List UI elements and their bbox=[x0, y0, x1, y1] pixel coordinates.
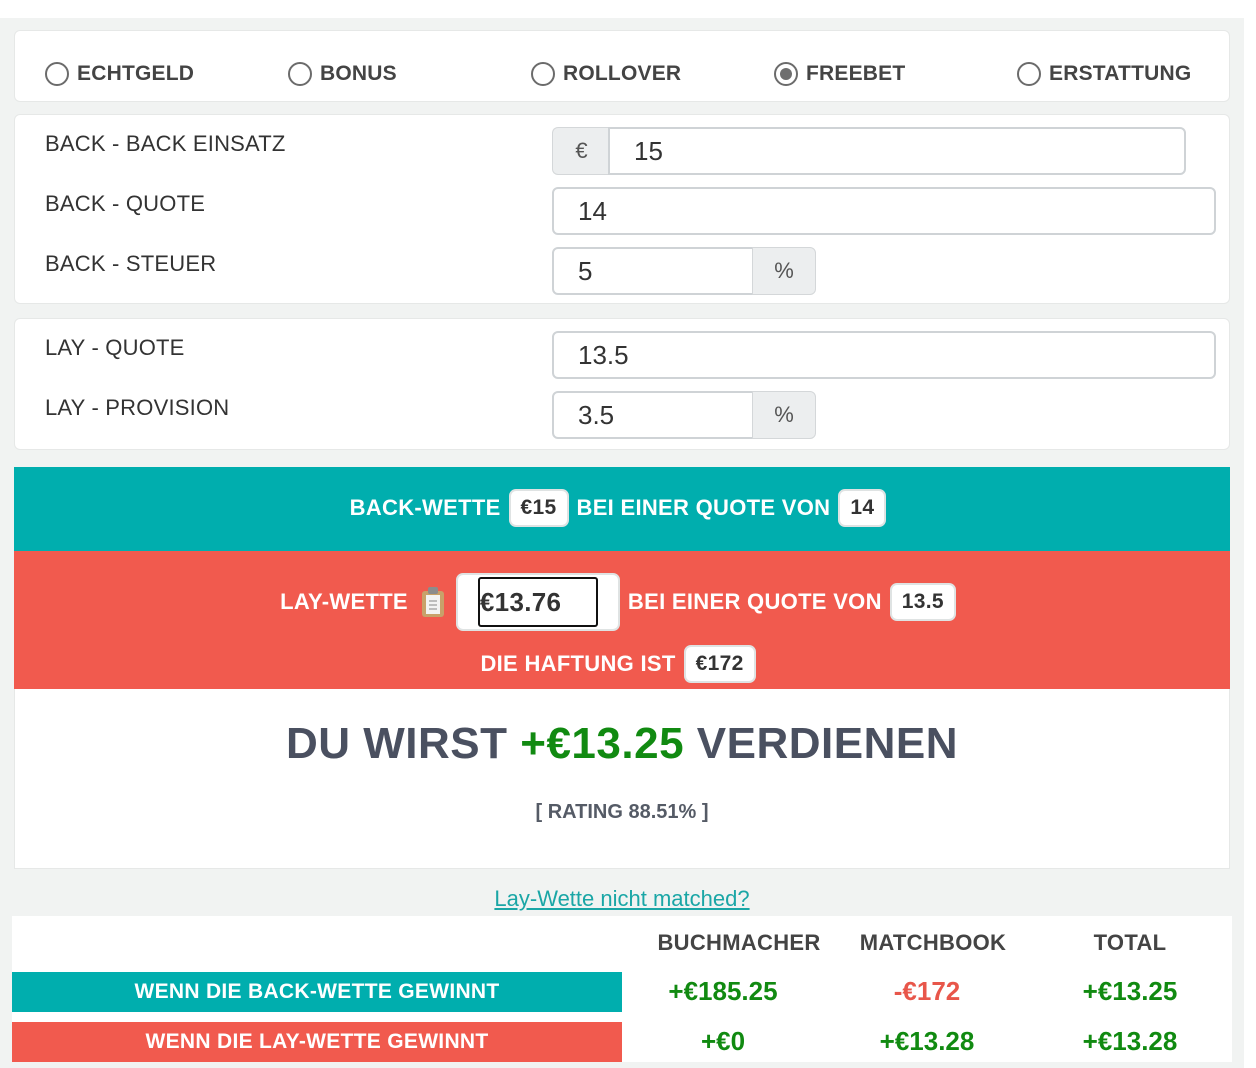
profit-prefix: DU WIRST bbox=[286, 719, 508, 768]
back-odds-label: BACK - QUOTE bbox=[45, 191, 206, 216]
lay-bet-line: LAY-WETTE €13.76 BEI EINER QUOTE VON 13.… bbox=[14, 573, 1230, 631]
liability-pill: €172 bbox=[683, 645, 756, 683]
outcome-table: BUCHMACHER MATCHBOOK TOTAL WENN DIE BACK… bbox=[12, 916, 1232, 1062]
radio-erstattung[interactable]: ERSTATTUNG bbox=[1017, 59, 1191, 89]
currency-addon: € bbox=[552, 127, 610, 175]
radio-circle[interactable] bbox=[288, 62, 312, 86]
back-tax-label: BACK - STEUER bbox=[45, 251, 217, 276]
cell-back-exchange: -€172 bbox=[893, 976, 961, 1006]
liability-line: DIE HAFTUNG IST €172 bbox=[14, 645, 1230, 683]
back-stake-pill: €15 bbox=[508, 489, 569, 527]
lay-odds-label: LAY - QUOTE bbox=[45, 335, 185, 360]
back-odds-pill: 14 bbox=[838, 489, 887, 527]
profit-suffix: VERDIENEN bbox=[696, 719, 958, 768]
back-odds-text: BEI EINER QUOTE VON bbox=[576, 495, 831, 520]
back-stake-input[interactable]: 15 bbox=[608, 127, 1186, 175]
radio-bonus[interactable]: BONUS bbox=[288, 59, 397, 89]
back-bet-prefix: BACK-WETTE bbox=[349, 495, 501, 520]
percent-addon: % bbox=[752, 247, 816, 295]
radio-label: FREEBET bbox=[806, 62, 906, 85]
rating-text: [ RATING 88.51% ] bbox=[535, 801, 709, 823]
lay-odds-input[interactable]: 13.5 bbox=[552, 331, 1216, 379]
radio-label: ECHTGELD bbox=[77, 62, 195, 85]
profit-statement: DU WIRST +€13.25 VERDIENEN bbox=[15, 719, 1229, 769]
liability-label: DIE HAFTUNG IST bbox=[480, 651, 676, 676]
radio-echtgeld[interactable]: ECHTGELD bbox=[45, 59, 194, 89]
lay-section: LAY - QUOTE 13.5 LAY - PROVISION 3.5 % bbox=[14, 318, 1230, 450]
back-odds-input[interactable]: 14 bbox=[552, 187, 1216, 235]
back-stake-label: BACK - BACK EINSATZ bbox=[45, 131, 286, 156]
radio-freebet[interactable]: FREEBET bbox=[774, 59, 905, 89]
cell-back-bookmaker: +€185.25 bbox=[668, 976, 778, 1006]
lay-bet-prefix: LAY-WETTE bbox=[280, 589, 408, 614]
row-label-lay-wins: WENN DIE LAY-WETTE GEWINNT bbox=[12, 1022, 622, 1062]
clipboard-icon[interactable] bbox=[421, 587, 444, 617]
radio-circle[interactable] bbox=[1017, 62, 1041, 86]
lay-stake-box: €13.76 bbox=[455, 573, 620, 631]
cell-lay-bookmaker: +€0 bbox=[700, 1026, 746, 1056]
radio-label: ROLLOVER bbox=[563, 62, 682, 85]
profit-value: +€13.25 bbox=[520, 719, 685, 768]
cell-back-total: +€13.25 bbox=[1082, 976, 1178, 1006]
lay-commission-input[interactable]: 3.5 bbox=[552, 391, 754, 439]
header-exchange: MATCHBOOK bbox=[859, 930, 1007, 955]
mode-selector: ECHTGELD BONUS ROLLOVER FREEBET ERSTATTU… bbox=[14, 30, 1230, 102]
cell-lay-total: +€13.28 bbox=[1082, 1026, 1178, 1056]
lay-odds-pill: 13.5 bbox=[889, 583, 956, 621]
radio-label: ERSTATTUNG bbox=[1049, 62, 1192, 85]
back-tax-input[interactable]: 5 bbox=[552, 247, 754, 295]
row-label-back-wins: WENN DIE BACK-WETTE GEWINNT bbox=[12, 972, 622, 1012]
radio-circle[interactable] bbox=[531, 62, 555, 86]
calculator: ECHTGELD BONUS ROLLOVER FREEBET ERSTATTU… bbox=[0, 18, 1244, 1068]
back-bet-banner: BACK-WETTE €15 BEI EINER QUOTE VON 14 bbox=[14, 467, 1230, 551]
back-bet-line: BACK-WETTE €15 BEI EINER QUOTE VON 14 bbox=[14, 489, 1230, 527]
lay-stake-field[interactable]: €13.76 bbox=[477, 577, 598, 627]
cell-lay-exchange: +€13.28 bbox=[879, 1026, 975, 1056]
unmatched-link[interactable]: Lay-Wette nicht matched? bbox=[0, 886, 1244, 912]
lay-commission-label: LAY - PROVISION bbox=[45, 395, 230, 420]
lay-bet-banner: LAY-WETTE €13.76 BEI EINER QUOTE VON 13.… bbox=[14, 551, 1230, 689]
header-total: TOTAL bbox=[1093, 930, 1167, 955]
radio-circle-checked[interactable] bbox=[774, 62, 798, 86]
radio-label: BONUS bbox=[320, 62, 397, 85]
percent-addon: % bbox=[752, 391, 816, 439]
header-bookmaker: BUCHMACHER bbox=[657, 930, 821, 955]
radio-rollover[interactable]: ROLLOVER bbox=[531, 59, 681, 89]
lay-odds-text: BEI EINER QUOTE VON bbox=[627, 589, 882, 614]
result-panel: DU WIRST +€13.25 VERDIENEN [ RATING 88.5… bbox=[14, 689, 1230, 869]
radio-circle[interactable] bbox=[45, 62, 69, 86]
back-section: BACK - BACK EINSATZ € 15 BACK - QUOTE 14… bbox=[14, 114, 1230, 304]
